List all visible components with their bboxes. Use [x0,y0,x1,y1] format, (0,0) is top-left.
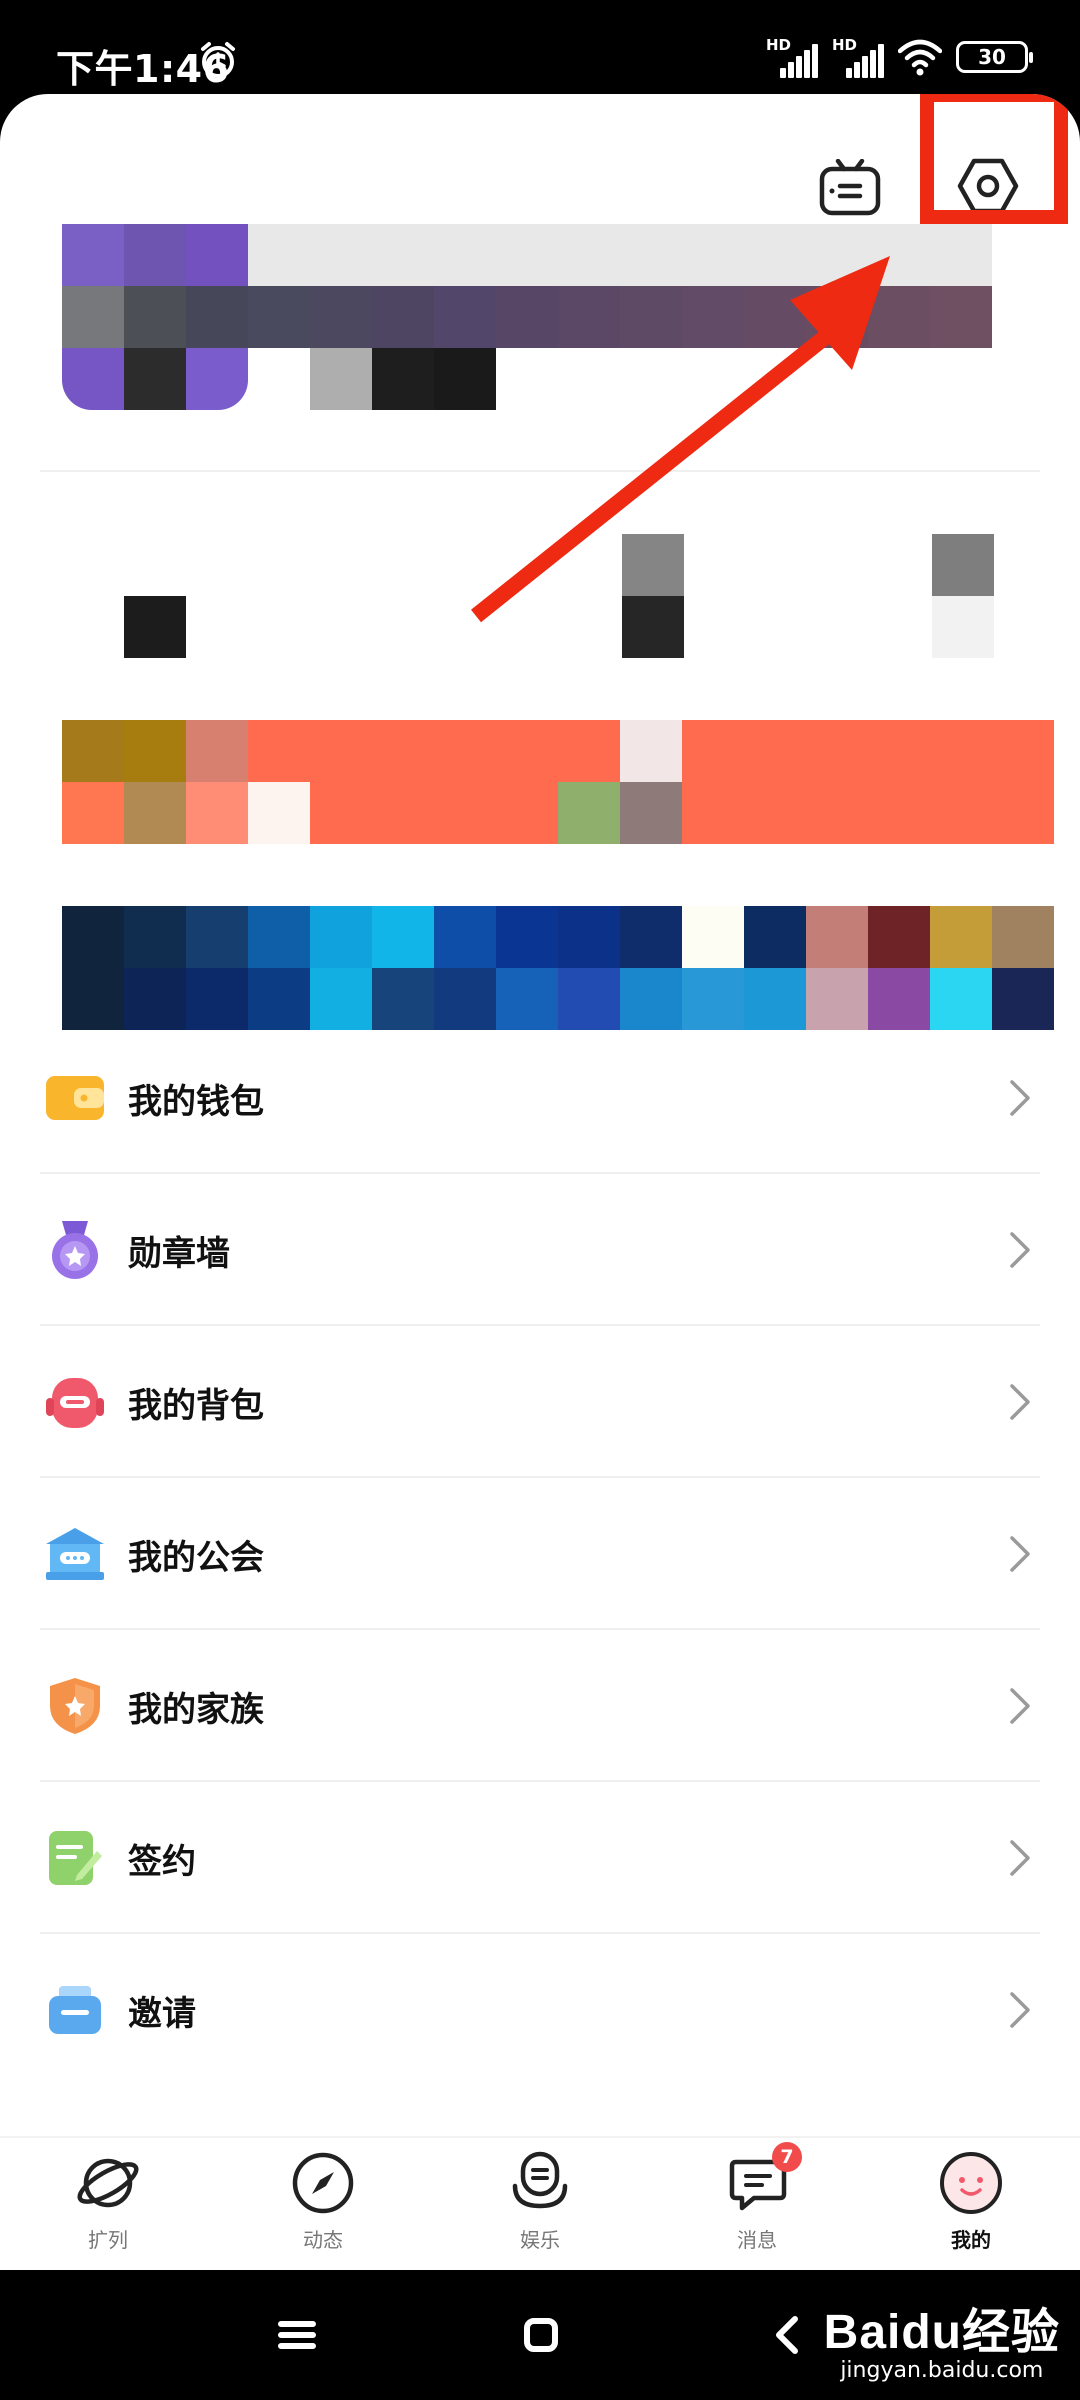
menu-item-guild[interactable]: 我的公会 [0,1478,1080,1630]
menu-item-label: 签约 [128,1841,196,1882]
robot-icon[interactable] [810,148,890,228]
chevron-right-icon [1010,1688,1030,1724]
status-icons: HD HD 30 [766,36,1033,78]
banner-redacted-2 [62,906,1054,1030]
watermark-url: jingyan.baidu.com [840,2358,1044,2383]
tab-label: 娱乐 [520,2228,560,2252]
status-bar: 下午1:46 HD HD 30 [0,0,1080,100]
menu-item-label: 我的钱包 [128,1081,264,1122]
menu-item-family[interactable]: 我的家族 [0,1630,1080,1782]
stats-redacted-2 [622,534,684,658]
menu-item-label: 邀请 [128,1993,196,2034]
battery-icon: 30 [956,41,1033,73]
menu-item-label: 勋章墙 [128,1233,230,1274]
sign-contract-icon [42,1825,108,1891]
menu-item-sign-contract[interactable]: 签约 [0,1782,1080,1934]
chevron-right-icon [1010,1992,1030,2028]
home-icon[interactable] [516,2310,566,2360]
chevron-right-icon [1010,1384,1030,1420]
menu-item-label: 我的背包 [128,1385,264,1426]
backpack-icon [42,1369,108,1435]
alarm-icon [201,42,235,78]
wallet-icon [42,1065,108,1131]
medal-icon [42,1217,108,1283]
tab-mine[interactable]: 我的 [901,2148,1041,2272]
chevron-right-icon [1010,1840,1030,1876]
profile-page: 我的钱包 勋章墙 我的背包 我的公会 我的家族 签约 邀请 [0,94,1080,2270]
menu-item-medal-wall[interactable]: 勋章墙 [0,1174,1080,1326]
tab-feed[interactable]: 动态 [253,2148,393,2272]
cellular-signal-icon: HD [766,36,818,78]
tab-label: 消息 [737,2228,777,2252]
profile-face-icon [936,2148,1006,2218]
tab-label: 扩列 [88,2228,128,2252]
menu-icon[interactable] [272,2310,322,2360]
tab-label: 我的 [951,2228,991,2252]
stats-redacted [124,596,186,658]
hd-label-2: HD [832,36,858,54]
tab-messages[interactable]: 7 消息 [687,2142,827,2272]
tab-expand-friends[interactable]: 扩列 [38,2148,178,2272]
guild-icon [42,1521,108,1587]
planet-icon [73,2148,143,2218]
banner-redacted-1 [62,720,1054,844]
chevron-right-icon [1010,1232,1030,1268]
microphone-icon [505,2148,575,2218]
chevron-right-icon [1010,1080,1030,1116]
system-navigation-bar: Baidu经验 jingyan.baidu.com [0,2270,1080,2400]
watermark: Baidu经验 jingyan.baidu.com [824,2292,1060,2383]
back-icon[interactable] [762,2310,812,2360]
bottom-tab-bar: 扩列 动态 娱乐 7 消息 我的 [0,2136,1080,2270]
cellular-signal-icon-2: HD [832,36,884,78]
invite-icon [42,1977,108,2043]
chevron-right-icon [1010,1536,1030,1572]
message-icon: 7 [722,2142,802,2218]
unread-badge: 7 [772,2142,802,2172]
menu-item-label: 我的家族 [128,1689,264,1730]
profile-header-redacted-ext [682,224,992,348]
highlight-box [920,94,1068,224]
menu-item-wallet[interactable]: 我的钱包 [0,1022,1080,1174]
menu-item-invite[interactable]: 邀请 [0,1934,1080,2086]
watermark-logo: Baidu经验 [823,2306,1060,2359]
menu-item-label: 我的公会 [128,1537,264,1578]
header-divider [40,470,1040,472]
profile-header-redacted [62,224,682,410]
compass-icon [288,2148,358,2218]
hd-label: HD [766,36,792,54]
menu-list: 我的钱包 勋章墙 我的背包 我的公会 我的家族 签约 邀请 [0,1076,1080,2086]
stats-redacted-3 [932,534,994,658]
wifi-icon [898,39,942,76]
tab-entertainment[interactable]: 娱乐 [470,2148,610,2272]
menu-item-backpack[interactable]: 我的背包 [0,1326,1080,1478]
tab-label: 动态 [303,2228,343,2252]
family-shield-icon [42,1673,108,1739]
